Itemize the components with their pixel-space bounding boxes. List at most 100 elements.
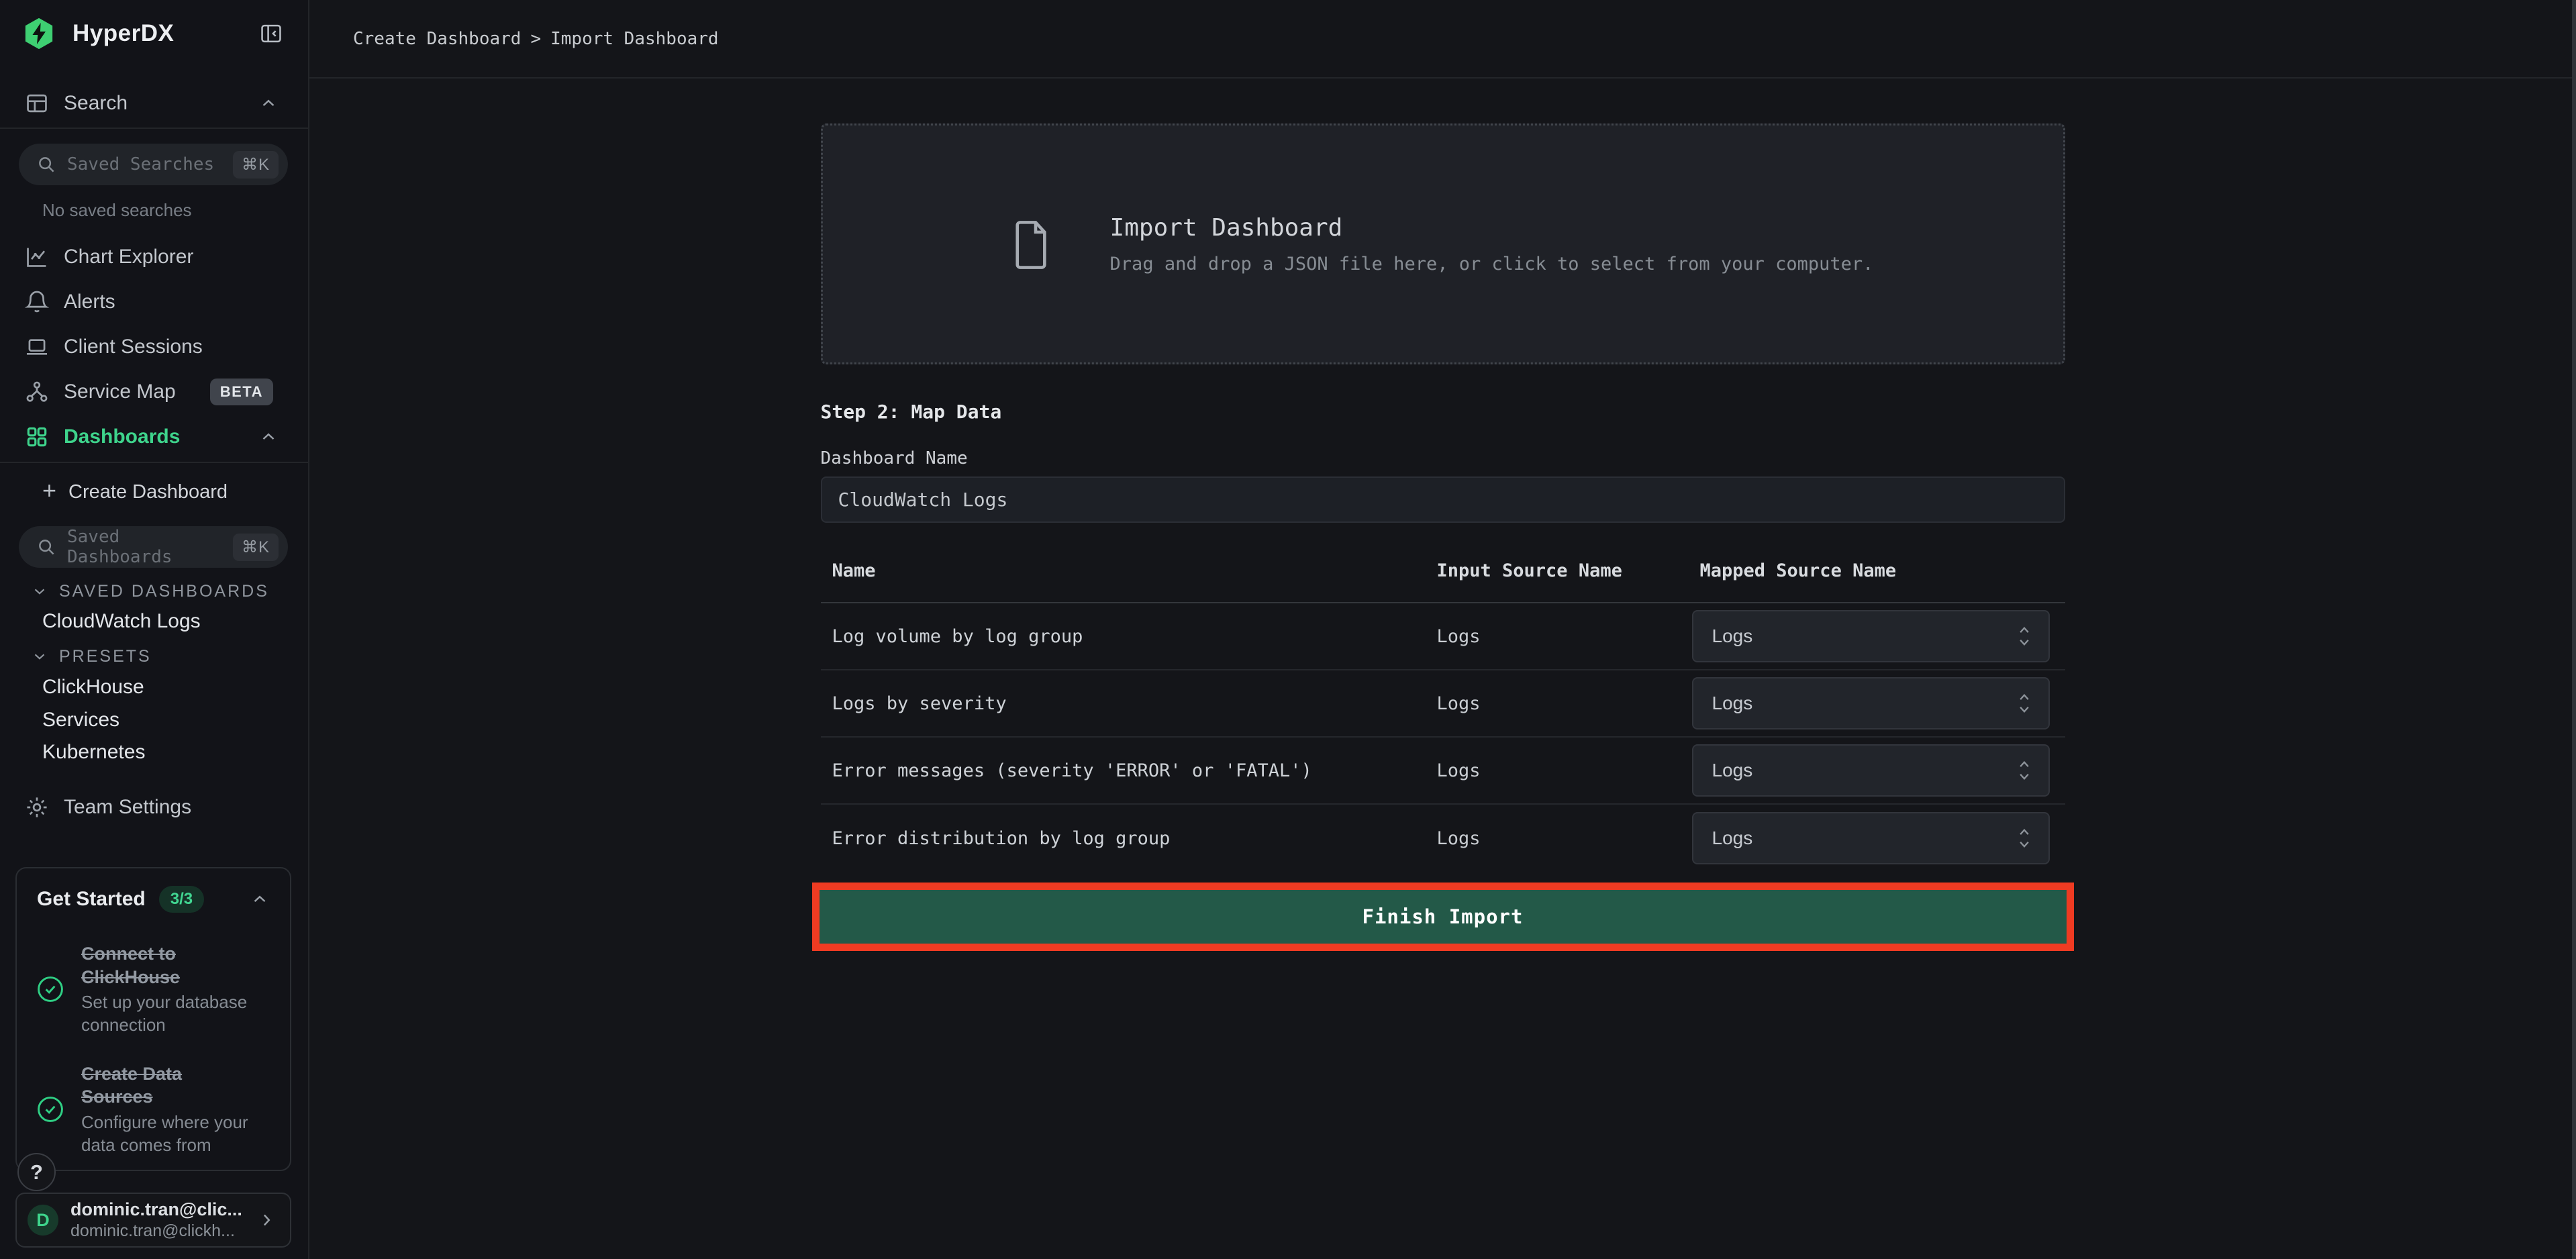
selected-value: Logs xyxy=(1712,693,1753,714)
sidebar-item-service-map[interactable]: Service Map BETA xyxy=(0,369,308,414)
get-started-header[interactable]: Get Started 3/3 xyxy=(17,868,290,913)
chart-name-cell: Error distribution by log group xyxy=(821,828,1437,849)
shortcut-badge: ⌘K xyxy=(233,534,279,561)
task-subtitle: Set up your database connection xyxy=(81,991,254,1037)
search-icon xyxy=(36,154,56,174)
sidebar-item-search[interactable]: Search xyxy=(0,79,308,128)
breadcrumb: Create Dashboard > Import Dashboard xyxy=(353,29,719,49)
plus-icon: + xyxy=(42,479,56,503)
brand-name: HyperDX xyxy=(72,20,174,47)
presets-section-header[interactable]: PRESETS xyxy=(31,644,152,668)
task-title: Create Data Sources xyxy=(81,1062,254,1109)
user-account-button[interactable]: D dominic.tran@clic... dominic.tran@clic… xyxy=(15,1193,291,1248)
user-email: dominic.tran@clickh... xyxy=(70,1221,242,1241)
mapped-source-select[interactable]: Logs xyxy=(1692,677,2050,729)
create-dashboard-label: Create Dashboard xyxy=(68,481,228,503)
dashboard-name-input[interactable] xyxy=(821,476,2065,523)
dropzone-subtitle: Drag and drop a JSON file here, or click… xyxy=(1110,254,1874,274)
sidebar-item-label: Alerts xyxy=(64,291,115,313)
chart-name-cell: Logs by severity xyxy=(821,693,1437,714)
json-dropzone[interactable]: Import Dashboard Drag and drop a JSON fi… xyxy=(821,123,2065,364)
table-row: Log volume by log group Logs Logs xyxy=(821,603,2065,670)
mapped-source-select[interactable]: Logs xyxy=(1692,744,2050,797)
sidebar-item-client-sessions[interactable]: Client Sessions xyxy=(0,324,308,369)
import-dashboard-content: Import Dashboard Drag and drop a JSON fi… xyxy=(821,79,2065,951)
get-started-item-connect[interactable]: Connect to ClickHouse Set up your databa… xyxy=(36,942,277,1037)
create-dashboard-button[interactable]: + Create Dashboard xyxy=(0,470,308,514)
mapped-source-select[interactable]: Logs xyxy=(1692,812,2050,864)
table-row: Error distribution by log group Logs Log… xyxy=(821,805,2065,872)
select-chevrons-icon xyxy=(2015,623,2034,650)
search-icon xyxy=(36,537,56,557)
scrollbar[interactable] xyxy=(2572,0,2576,1259)
file-icon xyxy=(1012,215,1051,273)
section-header-label: SAVED DASHBOARDS xyxy=(59,582,269,601)
sidebar-item-dashboards[interactable]: Dashboards xyxy=(0,414,308,459)
get-started-items: Connect to ClickHouse Set up your databa… xyxy=(17,913,290,1171)
user-name: dominic.tran@clic... xyxy=(70,1199,242,1220)
chart-icon xyxy=(23,244,50,270)
saved-searches-input[interactable]: Saved Searches ⌘K xyxy=(19,144,288,185)
mapping-table: Name Input Source Name Mapped Source Nam… xyxy=(821,539,2065,872)
sidebar-item-chart-explorer[interactable]: Chart Explorer xyxy=(0,234,308,279)
laptop-icon xyxy=(23,334,50,360)
table-icon xyxy=(23,90,50,117)
input-source-cell: Logs xyxy=(1437,828,1692,849)
sidebar: HyperDX Search Saved Searche xyxy=(0,0,309,1259)
finish-import-button[interactable]: Finish Import xyxy=(820,890,2067,944)
sidebar-item-label: Client Sessions xyxy=(64,336,203,358)
bell-icon xyxy=(23,289,50,315)
task-title: Connect to ClickHouse xyxy=(81,942,254,989)
get-started-card: Get Started 3/3 Connect to ClickHouse Se… xyxy=(15,867,291,1171)
sidebar-nav: Chart Explorer Alerts Client Sessions Se… xyxy=(0,234,308,459)
sidebar-divider xyxy=(0,462,308,463)
select-chevrons-icon xyxy=(2015,690,2034,717)
selected-value: Logs xyxy=(1712,625,1753,647)
get-started-item-sources[interactable]: Create Data Sources Configure where your… xyxy=(36,1062,277,1157)
mapped-source-select[interactable]: Logs xyxy=(1692,610,2050,662)
sidebar-item-alerts[interactable]: Alerts xyxy=(0,279,308,324)
sidebar-divider xyxy=(0,128,308,129)
dashboard-name-label: Dashboard Name xyxy=(821,448,2065,468)
sidebar-item-label: Dashboards xyxy=(64,425,180,448)
input-source-cell: Logs xyxy=(1437,626,1692,647)
preset-item[interactable]: Kubernetes xyxy=(42,740,145,764)
sidebar-item-team-settings[interactable]: Team Settings xyxy=(0,785,308,829)
task-subtitle: Configure where your data comes from xyxy=(81,1111,254,1157)
preset-item[interactable]: ClickHouse xyxy=(42,675,144,699)
saved-dashboards-section-header[interactable]: SAVED DASHBOARDS xyxy=(31,579,269,603)
preset-item[interactable]: Services xyxy=(42,708,119,732)
table-row: Error messages (severity 'ERROR' or 'FAT… xyxy=(821,738,2065,805)
saved-dashboards-input[interactable]: Saved Dashboards ⌘K xyxy=(19,526,288,568)
collapse-sidebar-icon[interactable] xyxy=(258,21,284,46)
chevron-down-icon xyxy=(31,648,48,665)
dashboards-icon xyxy=(23,423,50,450)
table-header-row: Name Input Source Name Mapped Source Nam… xyxy=(821,539,2065,603)
breadcrumb-current[interactable]: Import Dashboard xyxy=(550,29,718,49)
select-chevrons-icon xyxy=(2015,757,2034,784)
get-started-title: Get Started xyxy=(37,888,146,911)
select-chevrons-icon xyxy=(2015,825,2034,852)
annotation-highlight-box: Finish Import xyxy=(812,883,2074,951)
gear-icon xyxy=(23,794,50,821)
saved-dashboard-item[interactable]: CloudWatch Logs xyxy=(42,609,201,634)
chevron-down-icon xyxy=(31,583,48,600)
breadcrumb-parent[interactable]: Create Dashboard xyxy=(353,29,521,49)
check-circle-icon xyxy=(36,974,65,1004)
section-header-label: PRESETS xyxy=(59,647,152,666)
app-root: HyperDX Search Saved Searche xyxy=(0,0,2576,1259)
sidebar-item-label: Chart Explorer xyxy=(64,246,193,268)
step-label: Step 2: Map Data xyxy=(821,401,2065,423)
sidebar-item-label: Team Settings xyxy=(64,796,191,819)
chevron-up-icon xyxy=(258,93,279,113)
dropzone-title: Import Dashboard xyxy=(1110,214,1874,242)
column-header-name: Name xyxy=(821,560,1437,581)
input-source-cell: Logs xyxy=(1437,693,1692,714)
help-button[interactable]: ? xyxy=(17,1153,56,1191)
progress-badge: 3/3 xyxy=(159,886,204,913)
hyperdx-logo-icon xyxy=(21,16,56,51)
column-header-mapped-source: Mapped Source Name xyxy=(1692,560,2065,581)
breadcrumb-separator: > xyxy=(530,29,541,49)
brand-row: HyperDX xyxy=(0,11,308,56)
input-source-cell: Logs xyxy=(1437,760,1692,781)
